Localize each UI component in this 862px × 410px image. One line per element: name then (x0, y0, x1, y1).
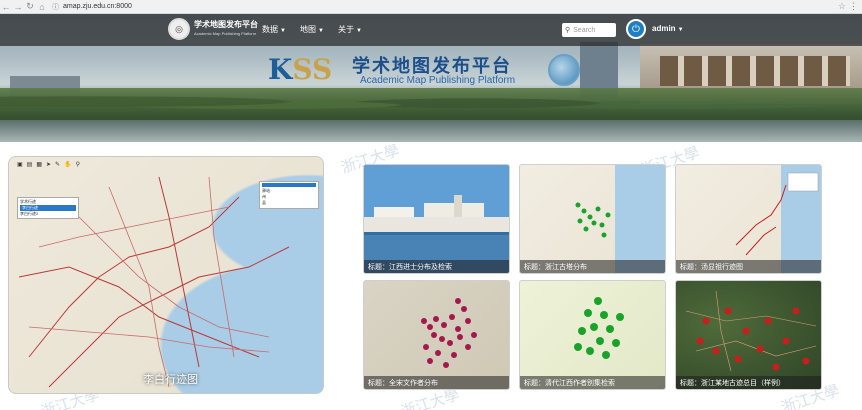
nav-about-menu[interactable]: 关于 ▼ (338, 24, 362, 35)
pan-icon[interactable]: ✋ (64, 161, 71, 171)
star-icon[interactable]: ☆ (838, 1, 846, 12)
marker-layer (575, 202, 611, 238)
user-menu[interactable]: admin ▼ (652, 24, 684, 33)
layer-tree-item[interactable]: 李白行迹2 (20, 211, 76, 217)
home-icon[interactable]: ⌂ (36, 1, 48, 13)
chevron-down-icon: ▼ (280, 28, 286, 34)
legend-panel: 驿站 州 县 (259, 181, 319, 209)
share-icon[interactable]: ➤ (46, 161, 51, 171)
main-content: 浙江大學 浙江大學 浙江大學 浙江大學 浙江大學 ▣ ▤ ▦ ➤ ✎ ✋ ⚲ 学… (0, 141, 862, 410)
browser-toolbar: ← → ↻ ⌂ ⓘ amap.zju.edu.cn:8000 ☆ ⋮ (0, 0, 862, 14)
power-icon[interactable]: ⏻ (626, 19, 646, 39)
nav-map-menu[interactable]: 地图 ▼ (300, 24, 324, 35)
marker-layer (685, 290, 817, 372)
search-input[interactable]: ⚲ Search (562, 23, 616, 37)
map-card[interactable]: 标题：江西进士分布及检索 (363, 164, 510, 274)
layer-tree-panel: 学术行迹 李白行迹 李白行迹2 (17, 197, 79, 219)
zoom-in-icon[interactable]: ▣ (17, 161, 23, 171)
chevron-down-icon: ▼ (356, 28, 362, 34)
map-card-caption: 标题：浙江古塔分布 (520, 260, 665, 273)
map-card[interactable]: 标题：浙江古塔分布 (519, 164, 666, 274)
featured-map-card[interactable]: ▣ ▤ ▦ ➤ ✎ ✋ ⚲ 学术行迹 李白行迹 李白行迹2 驿站 州 县 李白行… (8, 156, 324, 394)
measure-icon[interactable]: ✎ (55, 161, 60, 171)
kss-logo: KSS (268, 53, 333, 86)
site-title[interactable]: 学术地图发布平台 (194, 19, 258, 30)
map-card-caption: 标题：清代江西作者别集检索 (520, 376, 665, 389)
top-navbar: ◎ 学术地图发布平台 Academic Map Publishing Platf… (0, 14, 862, 46)
layers-icon[interactable]: ▦ (36, 161, 42, 171)
nav-data-menu[interactable]: 数据 ▼ (262, 24, 286, 35)
url-text: amap.zju.edu.cn:8000 (63, 3, 132, 10)
legend-item: 县 (262, 200, 266, 205)
featured-map-caption: 李白行迹图 (143, 374, 198, 386)
print-icon[interactable]: ▤ (27, 161, 33, 171)
brand-subtitle: Academic Map Publishing Platform (360, 75, 516, 86)
globe-logo (548, 54, 580, 86)
map-card-caption: 标题：全宋文作者分布 (364, 376, 509, 389)
reload-icon[interactable]: ↻ (24, 1, 36, 13)
search-icon: ⚲ (565, 27, 571, 34)
route-layer (735, 172, 819, 256)
info-icon[interactable]: ⓘ (52, 2, 59, 12)
university-logo[interactable]: ◎ (168, 18, 190, 40)
chevron-down-icon: ▼ (318, 28, 324, 34)
map-card-caption: 标题：江西进士分布及检索 (364, 260, 509, 273)
address-bar[interactable]: ⓘ amap.zju.edu.cn:8000 (52, 1, 132, 12)
map-toolbar: ▣ ▤ ▦ ➤ ✎ ✋ ⚲ (17, 161, 80, 171)
map-card-caption: 标题：浙江某地古迹总目（样例） (676, 376, 821, 389)
map-card-caption: 标题：汤显祖行迹图 (676, 260, 821, 273)
marker-layer (421, 298, 477, 368)
chevron-down-icon: ▼ (677, 27, 684, 33)
back-icon[interactable]: ← (0, 1, 12, 13)
photo-thumbnail (364, 195, 509, 273)
map-card[interactable]: 标题：浙江某地古迹总目（样例） (675, 280, 822, 390)
search-placeholder: Search (573, 26, 596, 34)
map-card[interactable]: 标题：清代江西作者别集检索 (519, 280, 666, 390)
marker-layer (574, 297, 624, 359)
menu-icon[interactable]: ⋮ (849, 1, 858, 12)
map-card[interactable]: 标题：全宋文作者分布 (363, 280, 510, 390)
header-banner: ◎ 学术地图发布平台 Academic Map Publishing Platf… (0, 14, 862, 142)
map-card[interactable]: 标题：汤显祖行迹图 (675, 164, 822, 274)
forward-icon[interactable]: → (12, 1, 24, 13)
site-subtitle: Academic Map Publishing Platform (194, 31, 257, 36)
search-icon[interactable]: ⚲ (76, 161, 80, 171)
